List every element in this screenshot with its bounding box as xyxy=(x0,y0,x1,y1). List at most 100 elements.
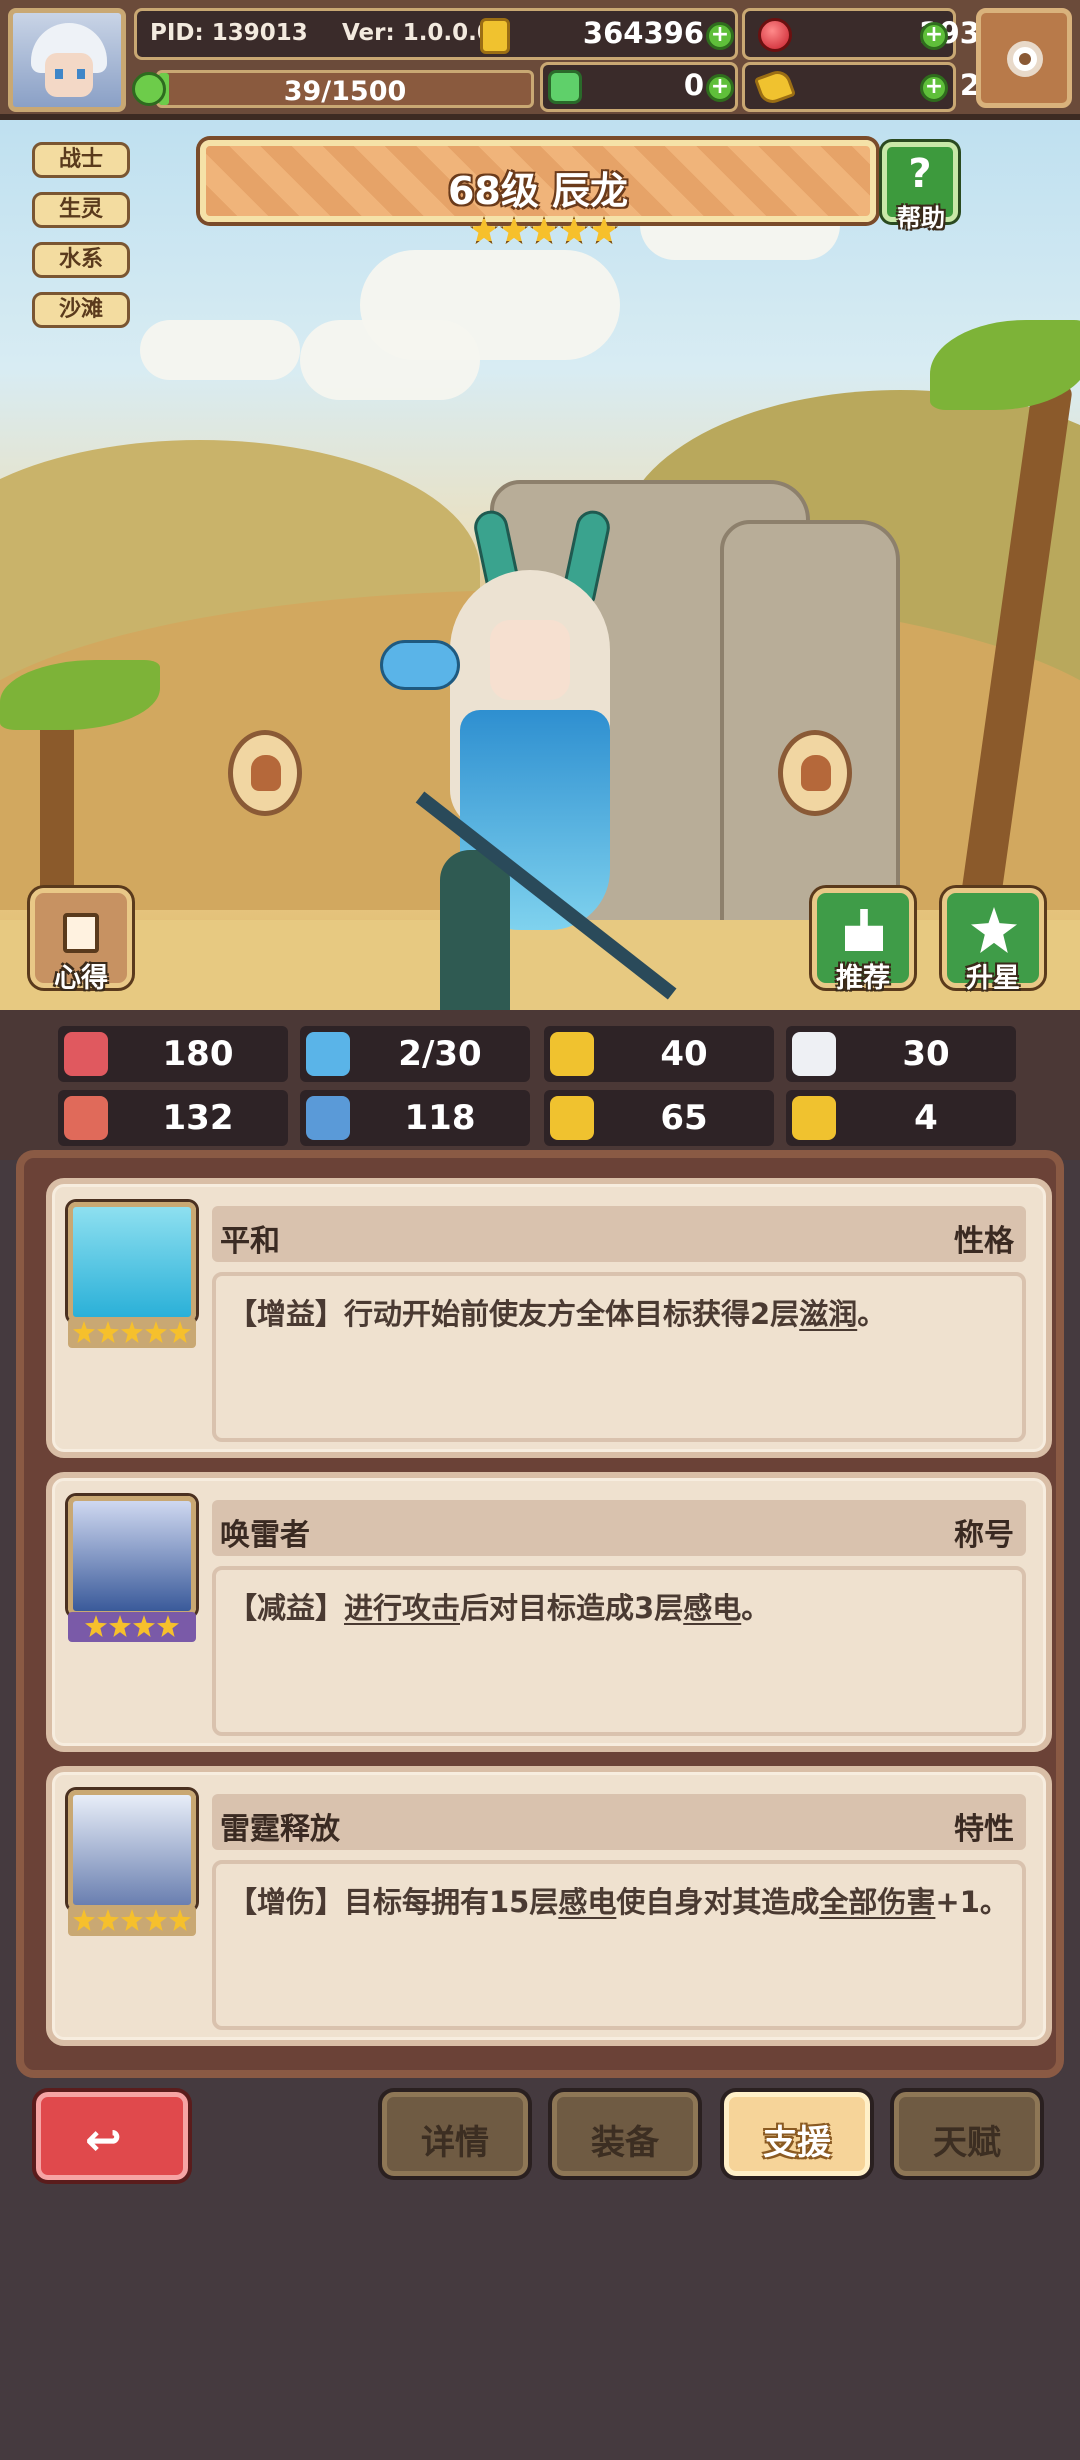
tab-equipment[interactable]: 装备 xyxy=(552,2092,698,2176)
stat-evasion-value: 30 xyxy=(902,1034,950,1074)
question-icon: ? xyxy=(908,151,932,197)
keyword-link[interactable]: 滋润 xyxy=(799,1297,857,1331)
tab-details[interactable]: 详情 xyxy=(382,2092,528,2176)
star-icon xyxy=(500,216,528,244)
stat-mana: 2/30 xyxy=(300,1026,530,1082)
settings-button[interactable] xyxy=(976,8,1072,108)
card-description: 【增益】行动开始前使友方全体目标获得2层滋润。 xyxy=(212,1272,1026,1442)
top-bar: PID: 139013 Ver: 1.0.0.0 364396 + 293 + … xyxy=(0,0,1080,120)
tab-support[interactable]: 支援 xyxy=(724,2092,870,2176)
card-name: 雷霆释放 xyxy=(220,1812,340,1847)
star-icon xyxy=(73,1321,95,1343)
energy-value: 39/1500 xyxy=(283,76,407,107)
hero-tag-race: 生灵 xyxy=(32,192,130,228)
desc-text: 【增益】行动开始前使友方全体目标获得2层 xyxy=(228,1297,800,1331)
star-icon xyxy=(109,1615,131,1637)
desc-text: 。 xyxy=(857,1297,887,1331)
keyword-link[interactable]: 全部伤害 xyxy=(819,1885,935,1919)
fist-icon xyxy=(64,1096,108,1140)
cloud xyxy=(300,320,480,400)
stat-attack-value: 132 xyxy=(162,1098,234,1138)
star-icon xyxy=(97,1909,119,1931)
desc-text: 。 xyxy=(741,1591,771,1625)
scroll-icon xyxy=(63,913,99,953)
desc-text: 后对目标造成3层 xyxy=(460,1591,684,1625)
recommend-label: 推荐 xyxy=(836,963,890,994)
star-icon xyxy=(470,216,498,244)
add-key-button[interactable]: + xyxy=(920,74,948,102)
tab-talent[interactable]: 天赋 xyxy=(894,2092,1040,2176)
card-type: 称号 xyxy=(954,1518,1014,1553)
star-icon xyxy=(85,1615,107,1637)
magnet-icon xyxy=(792,1096,836,1140)
star-icon xyxy=(121,1909,143,1931)
stat-hp: 180 xyxy=(58,1026,288,1082)
dragon-tail xyxy=(440,850,510,1010)
stat-evasion: 30 xyxy=(786,1026,1016,1082)
personality-portrait xyxy=(68,1202,196,1322)
player-avatar[interactable] xyxy=(8,8,126,112)
shield-icon xyxy=(550,1032,594,1076)
game-version: Ver: 1.0.0.0 xyxy=(342,20,493,46)
clover-icon xyxy=(548,70,582,104)
hero-title-banner: 68级 辰龙 xyxy=(200,140,876,222)
gear-icon xyxy=(1007,41,1043,77)
title-portrait xyxy=(68,1496,196,1616)
keyword-link[interactable]: 感电 xyxy=(683,1591,741,1625)
star-icon xyxy=(97,1321,119,1343)
book-icon xyxy=(306,1096,350,1140)
star-icon xyxy=(590,216,618,244)
heart-icon xyxy=(64,1032,108,1076)
desc-text: 【减益】 xyxy=(228,1591,345,1625)
card-header: 平和 性格 xyxy=(212,1206,1026,1262)
gold-amount: 364396 xyxy=(582,16,704,50)
star-up-label: 升星 xyxy=(966,963,1020,994)
desc-text: +1。 xyxy=(935,1885,1009,1919)
keyword-link[interactable]: 感电 xyxy=(558,1885,616,1919)
trait-portrait xyxy=(68,1790,196,1910)
energy-bar: 39/1500 xyxy=(156,70,534,108)
gold-coin-icon xyxy=(480,18,510,54)
card-description: 【增伤】目标每拥有15层感电使自身对其造成全部伤害+1。 xyxy=(212,1860,1026,2030)
thumbs-up-icon xyxy=(845,909,883,951)
support-card-personality[interactable]: 平和 性格 【增益】行动开始前使友方全体目标获得2层滋润。 xyxy=(46,1178,1052,1458)
next-hero-button[interactable] xyxy=(778,730,852,816)
stat-magic: 118 xyxy=(300,1090,530,1146)
card-description: 【减益】进行攻击后对目标造成3层感电。 xyxy=(212,1566,1026,1736)
desc-text: 【增伤】目标每拥有15层 xyxy=(228,1885,559,1919)
card-header: 雷霆释放 特性 xyxy=(212,1794,1026,1850)
star-icon xyxy=(157,1615,179,1637)
tab-label: 天赋 xyxy=(933,2123,1001,2163)
previous-hero-button[interactable] xyxy=(228,730,302,816)
help-label: 帮助 xyxy=(897,204,945,232)
star-icon xyxy=(121,1321,143,1343)
hero-tag-terrain: 沙滩 xyxy=(32,292,130,328)
support-card-trait[interactable]: 雷霆释放 特性 【增伤】目标每拥有15层感电使自身对其造成全部伤害+1。 xyxy=(46,1766,1052,2046)
tab-label: 装备 xyxy=(591,2123,659,2163)
star-icon xyxy=(169,1909,191,1931)
stat-defense-value: 40 xyxy=(660,1034,708,1074)
add-clover-button[interactable]: + xyxy=(706,74,734,102)
stat-attack: 132 xyxy=(58,1090,288,1146)
star-icon xyxy=(145,1909,167,1931)
back-button[interactable]: ↩ xyxy=(36,2092,188,2180)
card-type: 特性 xyxy=(954,1812,1014,1847)
desc-text: 使自身对其造成 xyxy=(616,1885,820,1919)
hero-tag-class: 战士 xyxy=(32,142,130,178)
stat-magic-value: 118 xyxy=(404,1098,476,1138)
card-name: 唤雷者 xyxy=(220,1518,310,1553)
hero-character xyxy=(380,507,710,1010)
star-icon xyxy=(73,1909,95,1931)
card-star-rating xyxy=(68,1906,196,1936)
hero-tag-element: 水系 xyxy=(32,242,130,278)
star-icon xyxy=(530,216,558,244)
support-card-title[interactable]: 唤雷者 称号 【减益】进行攻击后对目标造成3层感电。 xyxy=(46,1472,1052,1752)
add-gem-button[interactable]: + xyxy=(920,22,948,50)
avatar-face xyxy=(45,53,93,97)
stat-hp-value: 180 xyxy=(162,1034,234,1074)
card-name: 平和 xyxy=(220,1224,280,1259)
keyword-link[interactable]: 进行攻击 xyxy=(344,1591,460,1625)
boot-icon xyxy=(550,1096,594,1140)
wing-icon xyxy=(792,1032,836,1076)
add-gold-button[interactable]: + xyxy=(706,22,734,50)
